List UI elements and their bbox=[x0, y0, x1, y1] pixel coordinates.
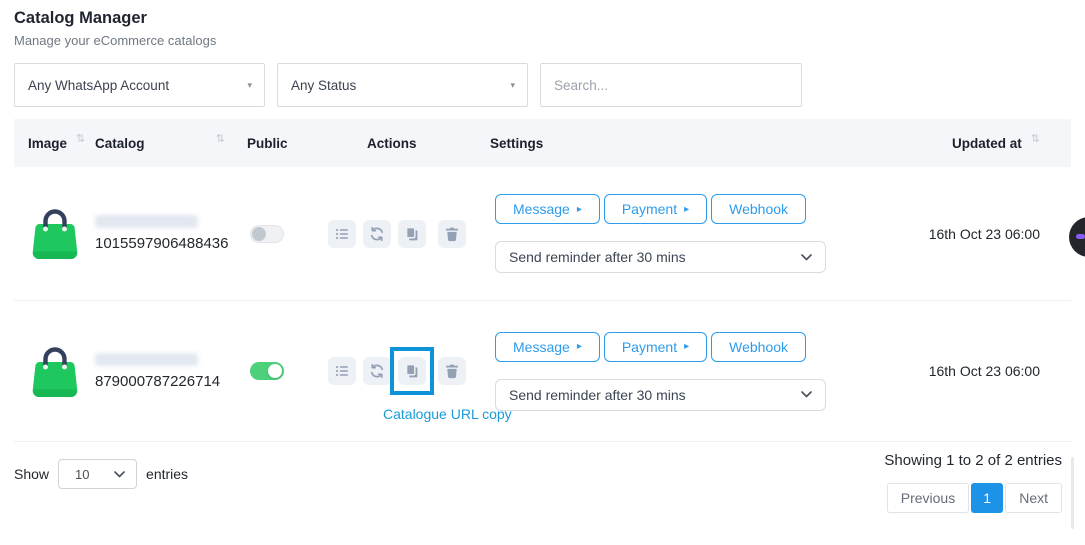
sort-icon[interactable]: ⇅ bbox=[216, 132, 225, 145]
reminder-select-value: Send reminder after 30 mins bbox=[509, 387, 686, 403]
entries-label: entries bbox=[146, 466, 188, 482]
column-header-public: Public bbox=[247, 136, 328, 151]
trash-icon bbox=[444, 226, 460, 242]
catalog-id: 1015597906488436 bbox=[95, 235, 247, 252]
public-cell bbox=[247, 225, 328, 243]
catalog-name-redacted bbox=[95, 353, 198, 366]
shopping-bag-icon bbox=[29, 200, 81, 262]
caret-right-icon: ▸ bbox=[577, 341, 582, 352]
table-header: Image ⇅ Catalog ⇅ Public Actions Setting… bbox=[14, 119, 1071, 167]
whatsapp-account-select[interactable]: Any WhatsApp Account ▾ bbox=[14, 63, 265, 107]
caret-down-icon: ▾ bbox=[247, 80, 252, 91]
whatsapp-account-select-value: Any WhatsApp Account bbox=[28, 78, 169, 93]
caret-right-icon: ▸ bbox=[577, 204, 582, 215]
page-title: Catalog Manager bbox=[14, 9, 1085, 28]
delete-catalog-button[interactable] bbox=[438, 220, 466, 248]
page-1-button[interactable]: 1 bbox=[971, 483, 1003, 513]
page-size-group: Show 10 entries bbox=[14, 459, 188, 489]
reminder-select[interactable]: Send reminder after 30 mins bbox=[495, 241, 826, 273]
chevron-down-icon bbox=[801, 254, 812, 261]
next-page-button[interactable]: Next bbox=[1005, 483, 1062, 513]
public-toggle[interactable] bbox=[250, 362, 284, 380]
column-header-updated-at[interactable]: Updated at ⇅ bbox=[830, 136, 1071, 151]
reminder-select[interactable]: Send reminder after 30 mins bbox=[495, 379, 826, 411]
chevron-down-icon bbox=[114, 471, 125, 478]
catalog-image-cell bbox=[14, 200, 95, 267]
column-header-settings: Settings bbox=[490, 136, 830, 151]
webhook-settings-button[interactable]: Webhook bbox=[711, 332, 806, 362]
previous-page-button[interactable]: Previous bbox=[887, 483, 969, 513]
page-size-value: 10 bbox=[75, 467, 89, 482]
message-settings-button[interactable]: Message ▸ bbox=[495, 194, 600, 224]
page-subtitle: Manage your eCommerce catalogs bbox=[14, 33, 1085, 48]
catalogue-url-copy-label: Catalogue URL copy bbox=[383, 406, 512, 422]
catalog-manager-page: Catalog Manager Manage your eCommerce ca… bbox=[0, 9, 1085, 545]
table-row: 879000787226714 bbox=[14, 301, 1071, 442]
catalog-id: 879000787226714 bbox=[95, 373, 247, 390]
actions-cell: Catalogue URL copy bbox=[328, 357, 490, 385]
message-settings-button[interactable]: Message ▸ bbox=[495, 332, 600, 362]
updated-at: 16th Oct 23 06:00 bbox=[830, 226, 1071, 242]
webhook-settings-button[interactable]: Webhook bbox=[711, 194, 806, 224]
table-footer: Show 10 entries Showing 1 to 2 of 2 entr… bbox=[14, 442, 1071, 513]
column-header-catalog[interactable]: Catalog ⇅ bbox=[95, 136, 247, 151]
list-products-button[interactable] bbox=[328, 220, 356, 248]
refresh-icon bbox=[369, 363, 385, 379]
toggle-knob bbox=[268, 364, 282, 378]
list-icon bbox=[334, 363, 350, 379]
copy-catalog-url-button[interactable] bbox=[398, 357, 426, 385]
list-products-button[interactable] bbox=[328, 357, 356, 385]
list-icon bbox=[334, 226, 350, 242]
toggle-knob bbox=[252, 227, 266, 241]
refresh-catalog-button[interactable] bbox=[363, 357, 391, 385]
search-input[interactable] bbox=[540, 63, 802, 107]
caret-down-icon: ▾ bbox=[510, 80, 515, 91]
widget-dash-icon bbox=[1076, 234, 1085, 239]
chevron-down-icon bbox=[801, 391, 812, 398]
refresh-catalog-button[interactable] bbox=[363, 220, 391, 248]
public-cell bbox=[247, 362, 328, 380]
table-row: 1015597906488436 bbox=[14, 167, 1071, 301]
column-header-actions: Actions bbox=[328, 136, 490, 151]
status-select-value: Any Status bbox=[291, 78, 356, 93]
updated-at: 16th Oct 23 06:00 bbox=[830, 363, 1071, 379]
trash-icon bbox=[444, 363, 460, 379]
pagination-area: Showing 1 to 2 of 2 entries Previous 1 N… bbox=[884, 452, 1071, 513]
settings-cell: Message ▸ Payment ▸ Webhook Send reminde… bbox=[490, 194, 830, 273]
scrollbar-thumb[interactable] bbox=[1071, 457, 1074, 529]
pagination: Previous 1 Next bbox=[887, 483, 1062, 513]
public-toggle[interactable] bbox=[250, 225, 284, 243]
caret-right-icon: ▸ bbox=[684, 204, 689, 215]
entries-summary: Showing 1 to 2 of 2 entries bbox=[884, 452, 1062, 469]
catalog-cell: 879000787226714 bbox=[95, 353, 247, 390]
shopping-bag-icon bbox=[29, 338, 81, 400]
filter-bar: Any WhatsApp Account ▾ Any Status ▾ bbox=[14, 63, 1071, 107]
caret-right-icon: ▸ bbox=[684, 341, 689, 352]
copy-icon bbox=[404, 363, 420, 379]
catalog-cell: 1015597906488436 bbox=[95, 215, 247, 252]
copy-icon bbox=[404, 226, 420, 242]
payment-settings-button[interactable]: Payment ▸ bbox=[604, 332, 707, 362]
settings-cell: Message ▸ Payment ▸ Webhook Send reminde… bbox=[490, 332, 830, 411]
sort-icon[interactable]: ⇅ bbox=[1031, 132, 1040, 145]
catalog-image-cell bbox=[14, 338, 95, 405]
copy-button-highlight-box bbox=[390, 347, 434, 395]
status-select[interactable]: Any Status ▾ bbox=[277, 63, 528, 107]
payment-settings-button[interactable]: Payment ▸ bbox=[604, 194, 707, 224]
column-header-image[interactable]: Image ⇅ bbox=[14, 136, 95, 151]
catalog-name-redacted bbox=[95, 215, 198, 228]
sort-icon[interactable]: ⇅ bbox=[76, 132, 85, 145]
page-size-select[interactable]: 10 bbox=[58, 459, 137, 489]
refresh-icon bbox=[369, 226, 385, 242]
show-label: Show bbox=[14, 466, 49, 482]
delete-catalog-button[interactable] bbox=[438, 357, 466, 385]
copy-catalog-url-button[interactable] bbox=[398, 220, 426, 248]
floating-widget-button[interactable] bbox=[1069, 217, 1085, 257]
reminder-select-value: Send reminder after 30 mins bbox=[509, 249, 686, 265]
actions-cell bbox=[328, 220, 490, 248]
